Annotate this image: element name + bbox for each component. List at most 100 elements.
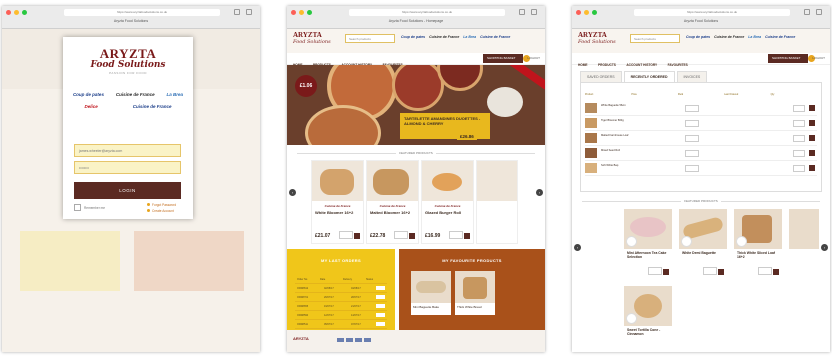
minimize-window-button[interactable] [299, 10, 304, 15]
add-to-basket-button[interactable] [464, 233, 470, 239]
search-input[interactable]: Search products [630, 34, 680, 43]
product-card[interactable]: Mini Afternoon Tea Cake Selection [624, 209, 672, 277]
reorder-button[interactable] [376, 313, 385, 317]
shopping-basket-button[interactable]: SHOPPING BASKET [768, 54, 815, 63]
share-icon[interactable] [234, 9, 240, 15]
quantity-input[interactable] [793, 105, 805, 112]
pack-select[interactable] [685, 105, 699, 112]
table-row[interactable]: ORD8590 12/07/17 14/07/17 [295, 311, 387, 320]
reorder-button[interactable] [376, 322, 385, 326]
zoom-window-button[interactable] [307, 10, 312, 15]
quantity-input[interactable] [394, 231, 408, 239]
product-card[interactable]: Cuisine de France Glazed Burger Roll £16… [421, 160, 474, 244]
add-to-basket-button[interactable] [773, 269, 779, 275]
quantity-input[interactable] [793, 120, 805, 127]
table-row[interactable]: ORD8812 02/08/17 04/08/17 [295, 284, 387, 293]
brand-logo[interactable]: Cuisine de France [429, 35, 459, 39]
product-card[interactable]: Cuisine de France Malted Bloomer 16+2 £2… [366, 160, 419, 244]
pack-select[interactable] [685, 120, 699, 127]
nav-products[interactable]: PRODUCTS [598, 63, 616, 67]
product-card[interactable]: White Demi Baguette [679, 209, 727, 277]
add-to-basket-button[interactable] [809, 120, 815, 126]
reorder-button[interactable] [376, 286, 385, 290]
favourite-card[interactable]: Mini Baguette Bake [411, 271, 451, 315]
table-row[interactable]: Tiger Bloomer 800g [585, 116, 817, 131]
quantity-input[interactable] [339, 231, 353, 239]
search-input[interactable]: Search products [345, 34, 395, 43]
brand-logo[interactable]: La Brea [748, 35, 761, 39]
product-card[interactable] [476, 160, 518, 244]
share-icon[interactable] [519, 9, 525, 15]
brand-logo[interactable]: Coup de pates [401, 35, 425, 39]
product-name[interactable]: Tiger Bloomer 800g [601, 119, 641, 122]
table-row[interactable]: ORD8701 26/07/17 28/07/17 [295, 293, 387, 302]
quantity-input[interactable] [793, 150, 805, 157]
product-card[interactable]: Thick White Sliced Loaf 16+2 [734, 209, 782, 277]
footer-logo[interactable]: ARYZTA [293, 336, 309, 341]
minimize-window-button[interactable] [584, 10, 589, 15]
pack-select[interactable] [685, 150, 699, 157]
carousel-prev-button[interactable]: ‹ [289, 189, 296, 196]
shopping-basket-button[interactable]: SHOPPING BASKET [483, 54, 530, 63]
create-account-link[interactable]: Create Account [147, 208, 176, 214]
product-card[interactable] [789, 209, 819, 277]
table-row[interactable]: ORD8511 05/07/17 07/07/17 [295, 320, 387, 329]
zoom-window-button[interactable] [22, 10, 27, 15]
nav-home[interactable]: HOME [578, 63, 588, 67]
reorder-button[interactable] [376, 304, 385, 308]
logout-link[interactable]: LOGOUT [527, 56, 540, 60]
tabs-icon[interactable] [816, 9, 822, 15]
product-name[interactable]: White Baguette 56cm [601, 104, 641, 107]
add-to-basket-button[interactable] [409, 233, 415, 239]
quantity-input[interactable] [758, 267, 772, 275]
add-to-basket-button[interactable] [354, 233, 360, 239]
address-bar[interactable]: https://www.aryztafoodsolutions.co.uk [634, 9, 790, 16]
address-bar[interactable]: https://www.aryztafoodsolutions.co.uk [349, 9, 505, 16]
remember-checkbox[interactable] [74, 204, 81, 211]
logout-link[interactable]: LOGOUT [812, 56, 825, 60]
pack-select[interactable] [685, 165, 699, 172]
email-field[interactable]: james.wheeler@aryzta.com [74, 144, 181, 157]
zoom-window-button[interactable] [592, 10, 597, 15]
table-row[interactable]: Malted Farmhouse Loaf [585, 131, 817, 146]
carousel-prev-button[interactable]: ‹ [574, 244, 581, 251]
product-name[interactable]: Soft White Bap [601, 164, 641, 167]
share-icon[interactable] [804, 9, 810, 15]
site-logo[interactable]: ARYZTA Food Solutions [578, 32, 616, 46]
remember-me[interactable]: Remember me [74, 204, 105, 211]
product-card[interactable]: Sweet Tortilla Cone - Cinnamon [624, 286, 672, 352]
nav-favourites[interactable]: FAVOURITES [668, 63, 688, 67]
quantity-input[interactable] [648, 267, 662, 275]
brand-logo[interactable]: Coup de pates [686, 35, 710, 39]
close-window-button[interactable] [576, 10, 581, 15]
hero-banner[interactable]: £1.06 TARTELETTE AMANDINES DUOETTES - AL… [287, 65, 545, 145]
add-to-basket-button[interactable] [718, 269, 724, 275]
brand-logo[interactable]: Cuisine de France [765, 35, 795, 39]
table-row[interactable]: Soft White Bap [585, 161, 817, 176]
tab-title[interactable]: Aryzta Food Solutions [572, 19, 830, 23]
quantity-input[interactable] [703, 267, 717, 275]
quantity-input[interactable] [793, 165, 805, 172]
login-button[interactable]: LOGIN [74, 182, 181, 199]
product-card[interactable]: Cuisine de France White Bloomer 16+2 £21… [311, 160, 364, 244]
table-row[interactable]: ORD8655 19/07/17 21/07/17 [295, 302, 387, 311]
table-row[interactable]: White Baguette 56cm [585, 101, 817, 116]
tab-title[interactable]: Aryzta Food Solutions [2, 19, 260, 23]
password-field[interactable]: •••••••• [74, 161, 181, 174]
carousel-next-button[interactable]: › [536, 189, 543, 196]
site-logo[interactable]: ARYZTA Food Solutions [293, 32, 331, 46]
minimize-window-button[interactable] [14, 10, 19, 15]
close-window-button[interactable] [291, 10, 296, 15]
brand-logo[interactable]: Cuisine de France [480, 35, 510, 39]
address-bar[interactable]: https://www.aryztafoodsolutions.co.uk [64, 9, 220, 16]
add-to-basket-button[interactable] [809, 135, 815, 141]
add-to-basket-button[interactable] [809, 150, 815, 156]
favourite-card[interactable]: Thick White Bread [455, 271, 495, 315]
pack-select[interactable] [685, 135, 699, 142]
tabs-icon[interactable] [246, 9, 252, 15]
product-name[interactable]: Malted Farmhouse Loaf [601, 134, 641, 137]
close-window-button[interactable] [6, 10, 11, 15]
add-to-basket-button[interactable] [809, 165, 815, 171]
brand-logo[interactable]: La Brea [463, 35, 476, 39]
reorder-button[interactable] [376, 295, 385, 299]
